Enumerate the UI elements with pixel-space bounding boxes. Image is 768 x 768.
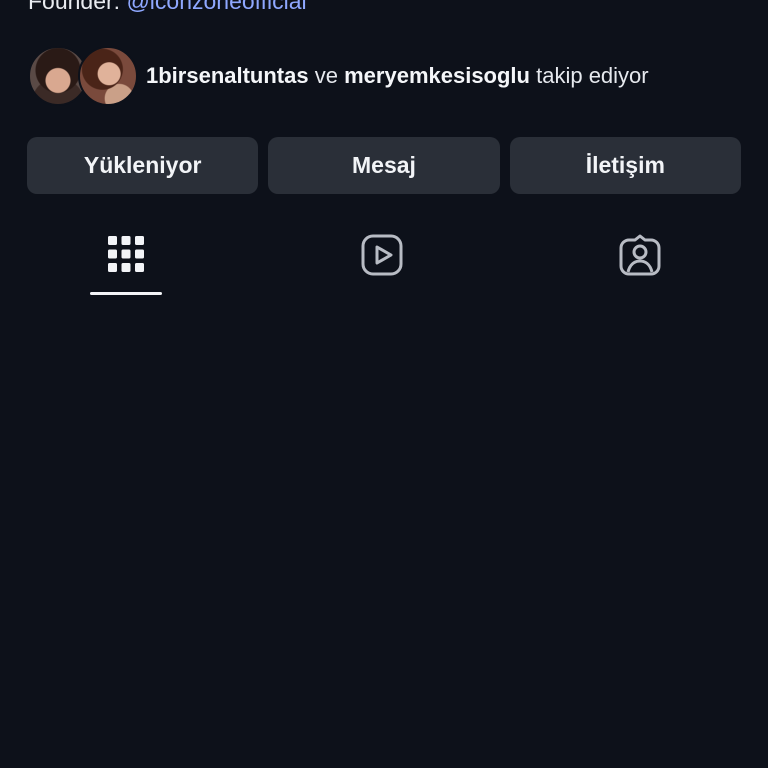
tab-reels[interactable] [322,222,442,296]
followed-suffix: takip ediyor [536,63,649,88]
tab-tagged[interactable] [580,222,700,296]
follower-avatars [28,46,138,106]
followed-user-1: 1birsenaltuntas [146,63,309,88]
bio-line: Founder: @iconzoneofficial [28,0,307,16]
profile-screen: Founder: @iconzoneofficial 1birsenaltunt… [0,0,768,768]
tab-posts[interactable] [66,222,186,296]
reels-icon [361,234,403,276]
followed-user-2: meryemkesisoglu [344,63,530,88]
followed-by-text: 1birsenaltuntas ve meryemkesisoglu takip… [146,63,649,89]
contact-button[interactable]: İletişim [509,137,741,194]
tagged-icon [619,234,661,276]
followed-connector: ve [314,63,338,88]
avatar [78,46,138,106]
bio-label: Founder: [28,0,121,14]
message-button[interactable]: Mesaj [268,137,500,194]
profile-tabs [0,222,768,296]
selected-tab-indicator [90,292,162,295]
follow-button[interactable]: Yükleniyor [27,137,259,194]
profile-actions: Yükleniyor Mesaj İletişim [27,137,741,194]
followed-by-row[interactable]: 1birsenaltuntas ve meryemkesisoglu takip… [28,46,649,106]
grid-icon [108,236,144,272]
bio-mention-link[interactable]: @iconzoneofficial [126,0,306,14]
